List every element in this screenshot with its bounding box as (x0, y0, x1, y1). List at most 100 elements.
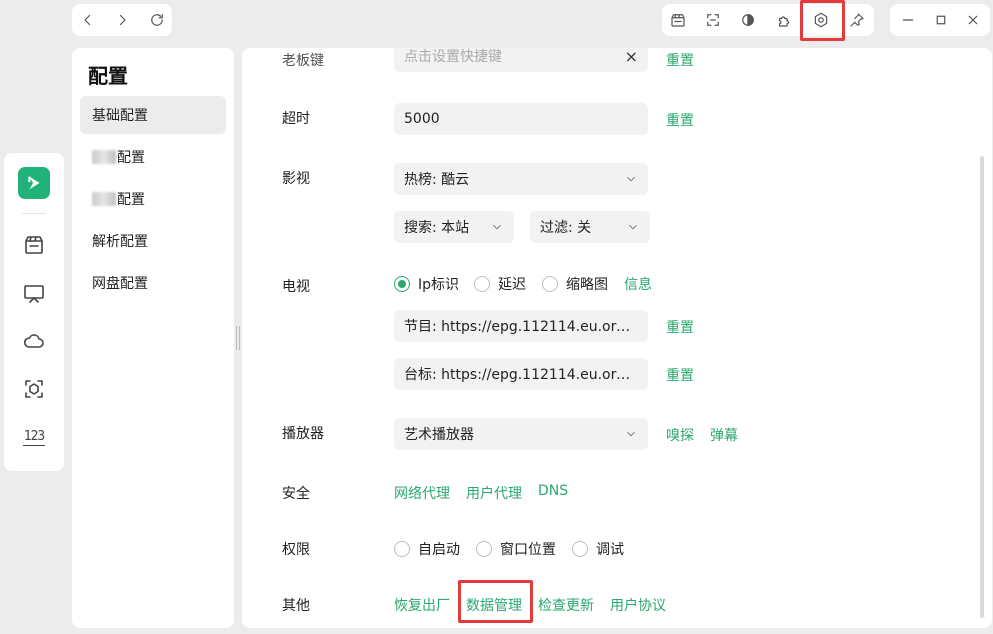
sidebar-item-netdisk[interactable]: 网盘配置 (80, 264, 226, 302)
contrast-icon[interactable] (733, 5, 763, 35)
radio-label: 调试 (596, 542, 624, 558)
logo-reset-button[interactable]: 重置 (666, 365, 694, 385)
content-scrollbar[interactable] (980, 156, 984, 618)
hotkey-field[interactable]: 点击设置快捷键 × (394, 48, 648, 72)
sidebar-item-label: 配置 (117, 192, 145, 208)
radio-dot (394, 276, 410, 292)
other-label: 其他 (282, 598, 310, 614)
hotkey-label: 老板键 (282, 53, 324, 69)
maximize-icon[interactable] (926, 5, 956, 35)
radio-dot (572, 541, 588, 557)
plugin-icon[interactable] (769, 5, 799, 35)
radio-dot (542, 276, 558, 292)
radio-label: 缩略图 (566, 277, 608, 293)
clear-hotkey-button[interactable]: × (625, 48, 638, 66)
user-agent-link[interactable]: 用户代理 (466, 483, 522, 503)
hot-list-select[interactable]: 热榜: 酷云 (394, 163, 648, 195)
logo-url-value: 台标: https://epg.112114.eu.org/logo/{name… (404, 367, 638, 383)
latency-radio[interactable]: 延迟 (474, 274, 526, 294)
timeout-input[interactable]: 5000 (394, 103, 648, 135)
player-select[interactable]: 艺术播放器 (394, 418, 648, 450)
sidebar-item-obscured-2[interactable]: 配置 (80, 180, 226, 218)
sidebar-item-basic[interactable]: 基础配置 (80, 96, 226, 134)
obscured-text (92, 150, 116, 164)
sidebar-resize-handle[interactable] (236, 326, 240, 350)
hotkey-reset-button[interactable]: 重置 (666, 50, 694, 70)
settings-sidebar: 配置 基础配置 配置 配置 解析配置 网盘配置 (72, 48, 234, 628)
cube-icon[interactable] (16, 373, 52, 405)
radio-label: 延迟 (498, 277, 526, 293)
security-label: 安全 (282, 486, 310, 502)
numbers-icon[interactable]: 123 (16, 421, 52, 453)
obscured-text (92, 192, 116, 206)
film-icon[interactable] (16, 229, 52, 261)
logo-url-field[interactable]: 台标: https://epg.112114.eu.org/logo/{name… (394, 358, 648, 390)
hotkey-placeholder: 点击设置快捷键 (404, 49, 502, 65)
radio-label: 窗口位置 (500, 542, 556, 558)
pin-icon[interactable] (842, 5, 872, 35)
window-position-radio[interactable]: 窗口位置 (476, 539, 556, 559)
sniff-link[interactable]: 嗅探 (666, 425, 694, 445)
refresh-icon[interactable] (142, 5, 172, 35)
search-source-value: 搜索: 本站 (404, 220, 470, 236)
factory-reset-link[interactable]: 恢复出厂 (394, 595, 450, 615)
filter-value: 过滤: 关 (540, 220, 592, 236)
puzzle-link-icon[interactable] (698, 5, 728, 35)
epg-url-value: 节目: https://epg.112114.eu.org/?ch={name}… (404, 319, 638, 335)
app-logo-icon[interactable] (18, 167, 50, 199)
timeout-reset-button[interactable]: 重置 (666, 110, 694, 130)
search-source-select[interactable]: 搜索: 本站 (394, 211, 514, 243)
nav-controls (72, 4, 172, 36)
radio-dot (476, 541, 492, 557)
window-controls (890, 4, 990, 36)
player-label: 播放器 (282, 426, 324, 442)
radio-label: Ip标识 (418, 277, 460, 293)
ip-tag-radio[interactable]: Ip标识 (394, 274, 459, 294)
timeout-label: 超时 (282, 111, 310, 127)
user-agreement-link[interactable]: 用户协议 (610, 595, 666, 615)
rail-divider (22, 213, 46, 214)
film-clapper-icon[interactable] (663, 5, 693, 35)
filter-select[interactable]: 过滤: 关 (530, 211, 650, 243)
permission-label: 权限 (282, 542, 310, 558)
tool-bar (662, 4, 874, 36)
radio-label: 自启动 (418, 542, 460, 558)
check-update-link[interactable]: 检查更新 (538, 595, 594, 615)
sidebar-item-label: 网盘配置 (92, 276, 148, 292)
tv-label: 电视 (282, 279, 310, 295)
sidebar-title: 配置 (88, 64, 128, 88)
sidebar-item-label: 基础配置 (92, 108, 148, 124)
radio-dot (394, 541, 410, 557)
close-icon[interactable] (958, 5, 988, 35)
forward-arrow-icon[interactable] (107, 5, 137, 35)
sidebar-item-parse[interactable]: 解析配置 (80, 222, 226, 260)
app-rail: 123 (4, 153, 64, 471)
chevron-down-icon (627, 176, 635, 182)
cloud-icon[interactable] (16, 325, 52, 357)
sidebar-item-obscured-1[interactable]: 配置 (80, 138, 226, 176)
hot-list-value: 热榜: 酷云 (404, 172, 470, 188)
epg-url-field[interactable]: 节目: https://epg.112114.eu.org/?ch={name}… (394, 310, 648, 342)
network-proxy-link[interactable]: 网络代理 (394, 483, 450, 503)
settings-icon[interactable] (806, 5, 836, 35)
video-label: 影视 (282, 171, 310, 187)
data-management-link[interactable]: 数据管理 (466, 595, 522, 615)
chevron-down-icon (493, 224, 501, 230)
tv-icon[interactable] (16, 277, 52, 309)
timeout-value: 5000 (404, 111, 440, 127)
autostart-radio[interactable]: 自启动 (394, 539, 460, 559)
settings-content: 老板键 点击设置快捷键 × 重置 超时 5000 重置 影视 热榜: 酷云 搜索… (242, 48, 992, 628)
thumbnail-radio[interactable]: 缩略图 (542, 274, 608, 294)
sidebar-item-label: 解析配置 (92, 234, 148, 250)
chevron-down-icon (627, 431, 635, 437)
back-arrow-icon[interactable] (73, 5, 103, 35)
radio-dot (474, 276, 490, 292)
danmaku-link[interactable]: 弹幕 (710, 425, 738, 445)
dns-link[interactable]: DNS (538, 483, 568, 499)
tv-info-link[interactable]: 信息 (624, 274, 652, 294)
chevron-down-icon (629, 224, 637, 230)
minimize-icon[interactable] (893, 5, 923, 35)
debug-radio[interactable]: 调试 (572, 539, 624, 559)
epg-reset-button[interactable]: 重置 (666, 317, 694, 337)
player-value: 艺术播放器 (404, 427, 474, 443)
